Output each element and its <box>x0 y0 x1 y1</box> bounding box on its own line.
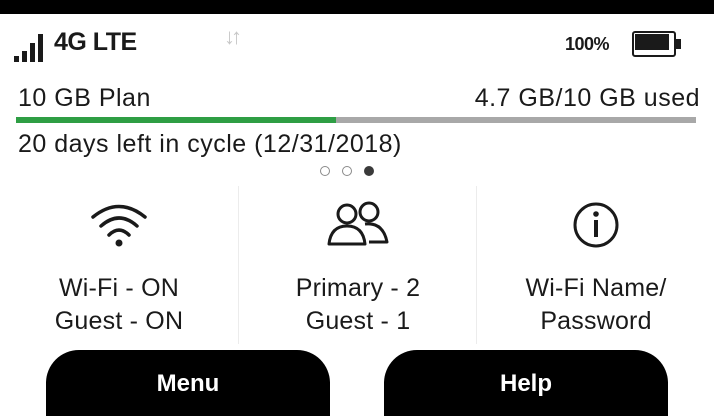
page-dot <box>342 166 352 176</box>
top-bezel <box>0 0 714 14</box>
users-icon <box>239 200 477 252</box>
battery-full-icon <box>632 31 681 57</box>
status-tiles: Wi-Fi - ON Guest - ON Primary - 2 Guest … <box>0 186 714 344</box>
battery-percent: 100% <box>565 34 610 54</box>
page-indicator <box>314 166 404 180</box>
plan-row: 10 GB Plan 4.7 GB/10 GB used <box>16 80 700 116</box>
wifi-status-label: Wi-Fi - ON <box>58 274 180 302</box>
help-button[interactable]: Help <box>384 350 668 416</box>
plan-name: 10 GB Plan <box>18 84 151 112</box>
password-label: Password <box>540 307 652 335</box>
page-dot <box>320 166 330 176</box>
info-icon <box>477 200 714 252</box>
billing-cycle-text: 20 days left in cycle (12/31/2018) <box>18 130 402 158</box>
plan-usage-text: 4.7 GB/10 GB used <box>474 84 700 112</box>
wifi-icon <box>0 200 238 252</box>
signal-bars-icon <box>14 32 48 62</box>
guest-devices-label: Guest - 1 <box>305 307 411 335</box>
wifi-status-tile[interactable]: Wi-Fi - ON Guest - ON <box>0 186 238 344</box>
up-down-arrows-icon: ↓↑ <box>224 24 242 49</box>
wifi-credentials-tile[interactable]: Wi-Fi Name/ Password <box>476 186 714 344</box>
page-dot <box>364 166 374 176</box>
guest-wifi-status-label: Guest - ON <box>54 307 184 335</box>
primary-devices-label: Primary - 2 <box>295 274 421 302</box>
usage-progress-bar <box>16 117 696 123</box>
usage-progress-fill <box>16 117 336 123</box>
network-type-label: 4G LTE <box>54 28 137 56</box>
menu-button[interactable]: Menu <box>46 350 330 416</box>
wifi-name-label: Wi-Fi Name/ <box>525 274 667 302</box>
connected-devices-tile[interactable]: Primary - 2 Guest - 1 <box>238 186 477 344</box>
